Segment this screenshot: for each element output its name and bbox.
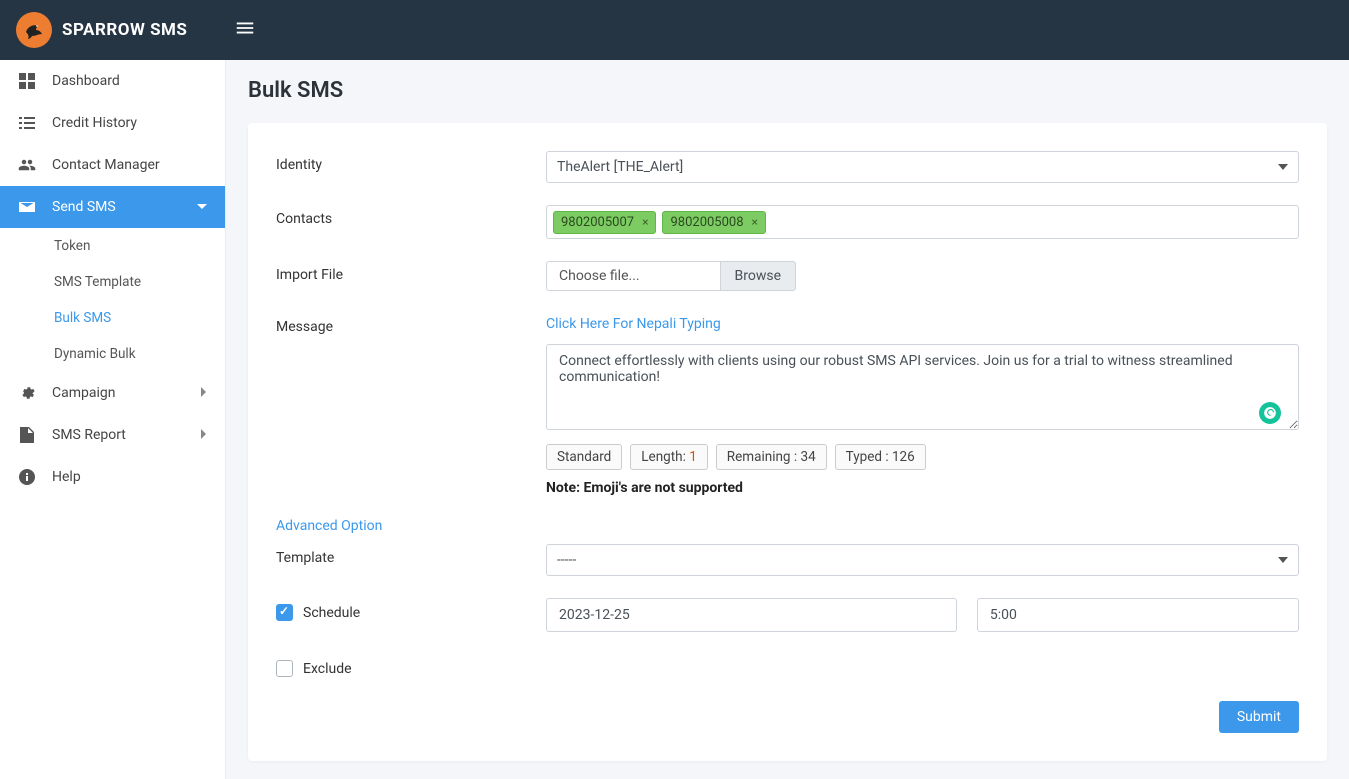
typed-badge: Typed : 126: [835, 444, 926, 470]
identity-label: Identity: [276, 151, 546, 173]
submit-button[interactable]: Submit: [1219, 701, 1299, 733]
schedule-date-input[interactable]: [546, 598, 957, 632]
message-label: Message: [276, 313, 546, 335]
sidebar-sub-token[interactable]: Token: [0, 228, 225, 264]
sidebar-item-help[interactable]: Help: [0, 456, 225, 498]
form-card: Identity TheAlert [THE_Alert] Contacts 9…: [248, 123, 1327, 761]
message-textarea[interactable]: [546, 344, 1299, 430]
sidebar-item-sms-report[interactable]: SMS Report: [0, 414, 225, 456]
dashboard-icon: [18, 72, 36, 90]
users-icon: [18, 156, 36, 174]
remaining-badge: Remaining : 34: [716, 444, 827, 470]
sidebar-item-label: Contact Manager: [52, 157, 160, 173]
contacts-label: Contacts: [276, 205, 546, 227]
schedule-label: Schedule: [303, 605, 360, 621]
envelope-icon: [18, 198, 36, 216]
exclude-checkbox[interactable]: [276, 660, 293, 677]
chevron-right-icon: [199, 385, 207, 401]
sidebar-item-campaign[interactable]: Campaign: [0, 372, 225, 414]
sidebar-item-send-sms[interactable]: Send SMS: [0, 186, 225, 228]
info-icon: [18, 468, 36, 486]
sidebar-item-contact-manager[interactable]: Contact Manager: [0, 144, 225, 186]
sidebar-item-label: Dashboard: [52, 73, 120, 89]
nepali-typing-link[interactable]: Click Here For Nepali Typing: [546, 316, 721, 332]
sidebar-item-label: Credit History: [52, 115, 137, 131]
chevron-right-icon: [199, 427, 207, 443]
sidebar-sub-sms-template[interactable]: SMS Template: [0, 264, 225, 300]
grammarly-icon[interactable]: [1259, 402, 1281, 424]
logo[interactable]: SPARROW SMS: [16, 12, 226, 48]
sidebar-item-credit-history[interactable]: Credit History: [0, 102, 225, 144]
sidebar-item-label: SMS Report: [52, 427, 126, 443]
sidebar-item-label: Help: [52, 469, 81, 485]
template-select[interactable]: -----: [546, 544, 1299, 576]
list-icon: [18, 114, 36, 132]
app-header: SPARROW SMS: [0, 0, 1349, 60]
gear-icon: [18, 384, 36, 402]
identity-select[interactable]: TheAlert [THE_Alert]: [546, 151, 1299, 183]
sidebar-sub-dynamic-bulk[interactable]: Dynamic Bulk: [0, 336, 225, 372]
remove-tag-icon[interactable]: ×: [642, 215, 648, 229]
mode-badge: Standard: [546, 444, 622, 470]
sidebar: Dashboard Credit History Contact Manager…: [0, 60, 226, 779]
sidebar-item-label: Send SMS: [52, 199, 116, 215]
advanced-option-link[interactable]: Advanced Option: [276, 518, 546, 534]
brand-name: SPARROW SMS: [62, 20, 187, 40]
sidebar-sub-bulk-sms[interactable]: Bulk SMS: [0, 300, 225, 336]
template-label: Template: [276, 544, 546, 566]
logo-icon: [16, 12, 52, 48]
file-icon: [18, 426, 36, 444]
schedule-time-input[interactable]: [977, 598, 1299, 632]
browse-button[interactable]: Browse: [720, 261, 796, 291]
schedule-checkbox[interactable]: [276, 604, 293, 621]
emoji-note: Note: Emoji's are not supported: [546, 480, 1299, 496]
contact-tag: 9802005008 ×: [662, 211, 765, 234]
file-input[interactable]: Choose file... Browse: [546, 261, 796, 291]
remove-tag-icon[interactable]: ×: [752, 215, 758, 229]
main-content: Bulk SMS Identity TheAlert [THE_Alert] C…: [226, 60, 1349, 779]
menu-toggle-icon[interactable]: [226, 9, 264, 51]
file-text: Choose file...: [546, 261, 720, 291]
import-file-label: Import File: [276, 261, 546, 283]
contact-tag: 9802005007 ×: [553, 211, 656, 234]
sidebar-item-label: Campaign: [52, 385, 115, 401]
sidebar-item-dashboard[interactable]: Dashboard: [0, 60, 225, 102]
contacts-input[interactable]: 9802005007 × 9802005008 ×: [546, 205, 1299, 239]
page-title: Bulk SMS: [248, 78, 1327, 103]
exclude-label: Exclude: [303, 661, 352, 677]
chevron-down-icon: [197, 199, 207, 215]
length-badge: Length: 1: [630, 444, 708, 470]
